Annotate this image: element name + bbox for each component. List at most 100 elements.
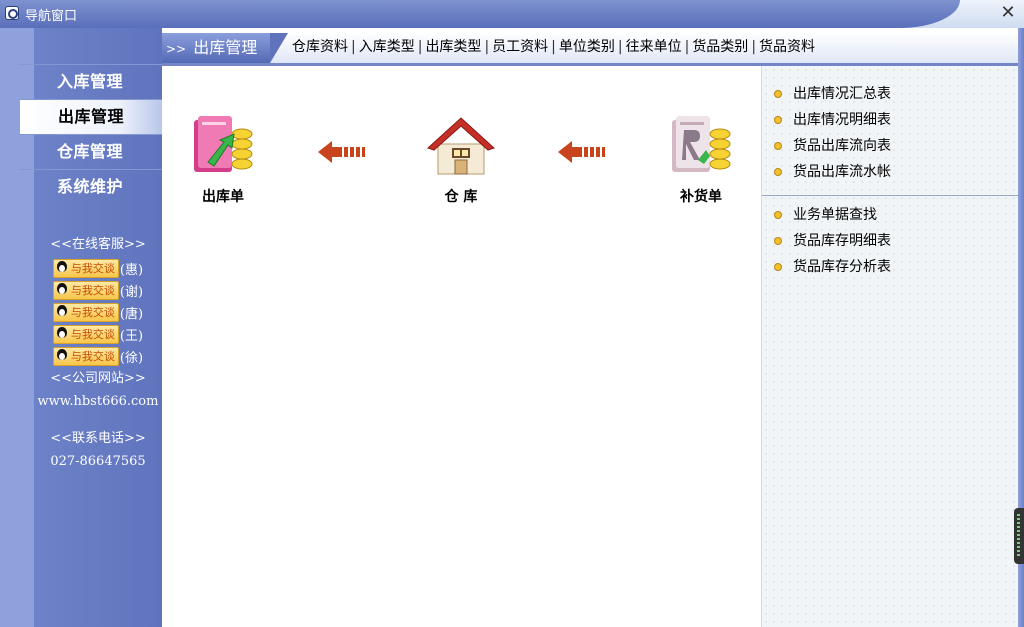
sidebar-item-system[interactable]: 系统维护 [18, 169, 162, 204]
link-inbound-type[interactable]: 入库类型 [359, 39, 415, 55]
phone-title: <<联系电话>> [50, 431, 146, 446]
title-bar: 导航窗口 ✕ [0, 0, 1024, 28]
title-bar-background [0, 0, 960, 28]
bullet-icon [774, 90, 782, 98]
bullet-icon [774, 263, 782, 271]
report-label: 货品库存分析表 [793, 259, 891, 275]
online-service-title: <<在线客服>> [50, 237, 146, 252]
window-title: 导航窗口 [25, 9, 78, 24]
qq-chat-button[interactable]: 与我交谈 [52, 302, 119, 322]
qq-contact-row: 与我交谈 (唐) [34, 301, 162, 323]
qq-chat-button[interactable]: 与我交谈 [52, 346, 119, 366]
link-separator: | [417, 39, 423, 55]
qq-contact-name: (谢) [119, 284, 144, 300]
bullet-icon [774, 237, 782, 245]
qq-chat-label: 与我交谈 [70, 262, 115, 275]
sidebar-nav: 入库管理 出库管理 仓库管理 系统维护 [18, 64, 162, 204]
link-separator: | [551, 39, 556, 55]
qq-contact-row: 与我交谈 (惠) [34, 257, 162, 279]
link-unit-category[interactable]: 单位类别 [559, 39, 615, 55]
qq-penguin-icon [55, 304, 69, 320]
qq-chat-button[interactable]: 与我交谈 [52, 280, 119, 300]
website-title: <<公司网站>> [50, 371, 146, 386]
qq-contact-name: (唐) [119, 306, 144, 322]
report-link[interactable]: 出库情况明细表 [762, 107, 1019, 133]
link-warehouse-data[interactable]: 仓库资料 [292, 39, 348, 55]
qq-contact-name: (王) [119, 328, 144, 344]
main-flow-area: 出库单 仓 库 补货单 [162, 66, 761, 627]
report-link[interactable]: 货品出库流向表 [762, 133, 1019, 159]
link-separator: | [617, 39, 623, 55]
sidebar-item-inbound[interactable]: 入库管理 [18, 64, 162, 99]
outbound-report-list: 出库情况汇总表 出库情况明细表 货品出库流向表 货品出库流水帐 [762, 81, 1019, 185]
current-section-tab: >> 出库管理 [162, 33, 288, 63]
bullet-icon [774, 116, 782, 124]
report-label: 货品库存明细表 [793, 233, 891, 249]
replenish-document-icon [672, 116, 731, 172]
bullet-icon [774, 168, 782, 176]
qq-penguin-icon [55, 348, 69, 364]
qq-chat-label: 与我交谈 [70, 328, 115, 341]
flow-warehouse[interactable]: 仓 库 [424, 114, 498, 206]
qq-penguin-icon [55, 260, 69, 276]
scroll-grip-handle[interactable] [1014, 508, 1024, 564]
report-link[interactable]: 货品库存分析表 [762, 254, 1019, 280]
qq-contact-row: 与我交谈 (王) [34, 323, 162, 345]
website-link[interactable]: www.hbst666.com [34, 390, 162, 413]
qq-chat-button[interactable]: 与我交谈 [52, 324, 119, 344]
report-link[interactable]: 业务单据查找 [762, 202, 1019, 228]
qq-penguin-icon [55, 326, 69, 342]
qq-chat-label: 与我交谈 [70, 284, 115, 297]
qq-penguin-icon [55, 282, 69, 298]
flow-outbound-document[interactable]: 出库单 [188, 116, 258, 206]
report-link[interactable]: 出库情况汇总表 [762, 81, 1019, 107]
report-label: 货品出库流水帐 [793, 164, 891, 180]
link-employee-data[interactable]: 员工资料 [492, 39, 548, 55]
link-outbound-type[interactable]: 出库类型 [425, 39, 481, 55]
report-link[interactable]: 货品出库流水帐 [762, 159, 1019, 185]
current-section-prefix: >> [166, 42, 187, 56]
query-report-list: 业务单据查找 货品库存明细表 货品库存分析表 [762, 202, 1019, 280]
link-separator: | [351, 39, 356, 55]
report-label: 出库情况明细表 [793, 112, 891, 128]
left-arrow-icon [558, 141, 605, 163]
qq-contact-row: 与我交谈 (徐) [34, 345, 162, 367]
link-goods-data[interactable]: 货品资料 [759, 39, 815, 55]
tab-bar: >> 出库管理 仓库资料 | 入库类型 | 出库类型 | 员工资料 | 单位类别 | 往来单位 | 货品… [162, 33, 1018, 66]
report-panel: 出库情况汇总表 出库情况明细表 货品出库流向表 货品出库流水帐 业务单据查找 货… [761, 66, 1019, 627]
flow-warehouse-label: 仓 库 [444, 189, 478, 205]
flow-replenish-label: 补货单 [680, 189, 722, 205]
sidebar-item-warehouse[interactable]: 仓库管理 [18, 134, 162, 169]
link-separator: | [684, 39, 690, 55]
quick-links: 仓库资料 | 入库类型 | 出库类型 | 员工资料 | 单位类别 | 往来单位 | 货品类别 | 货品资料 [292, 33, 815, 63]
qq-chat-label: 与我交谈 [70, 306, 115, 319]
warehouse-house-icon [427, 117, 495, 175]
report-label: 出库情况汇总表 [793, 86, 891, 102]
report-label: 货品出库流向表 [793, 138, 891, 154]
qq-contact-name: (徐) [119, 350, 144, 366]
bullet-icon [774, 211, 782, 219]
link-goods-category[interactable]: 货品类别 [692, 39, 748, 55]
report-label: 业务单据查找 [793, 207, 877, 223]
qq-contact-name: (惠) [119, 262, 144, 278]
window-app-icon [5, 6, 19, 20]
sidebar: 入库管理 出库管理 仓库管理 系统维护 <<在线客服>> 与我交谈 (惠) 与我交… [0, 28, 162, 627]
link-separator: | [484, 39, 490, 55]
bullet-icon [774, 142, 782, 150]
qq-contact-row: 与我交谈 (谢) [34, 279, 162, 301]
report-link[interactable]: 货品库存明细表 [762, 228, 1019, 254]
flow-replenish-document[interactable]: 补货单 [666, 116, 736, 206]
link-partners[interactable]: 往来单位 [626, 39, 682, 55]
qq-chat-label: 与我交谈 [70, 350, 115, 363]
close-icon[interactable]: ✕ [998, 3, 1018, 23]
outbound-document-icon [194, 116, 253, 172]
report-divider [762, 195, 1019, 196]
flow-outbound-label: 出库单 [202, 189, 244, 205]
link-separator: | [751, 39, 757, 55]
sidebar-item-outbound[interactable]: 出库管理 [20, 99, 162, 134]
qq-chat-button[interactable]: 与我交谈 [52, 258, 119, 278]
phone-number: 027-86647565 [50, 454, 146, 469]
left-arrow-icon [318, 141, 365, 163]
current-section-label: 出库管理 [193, 38, 258, 57]
